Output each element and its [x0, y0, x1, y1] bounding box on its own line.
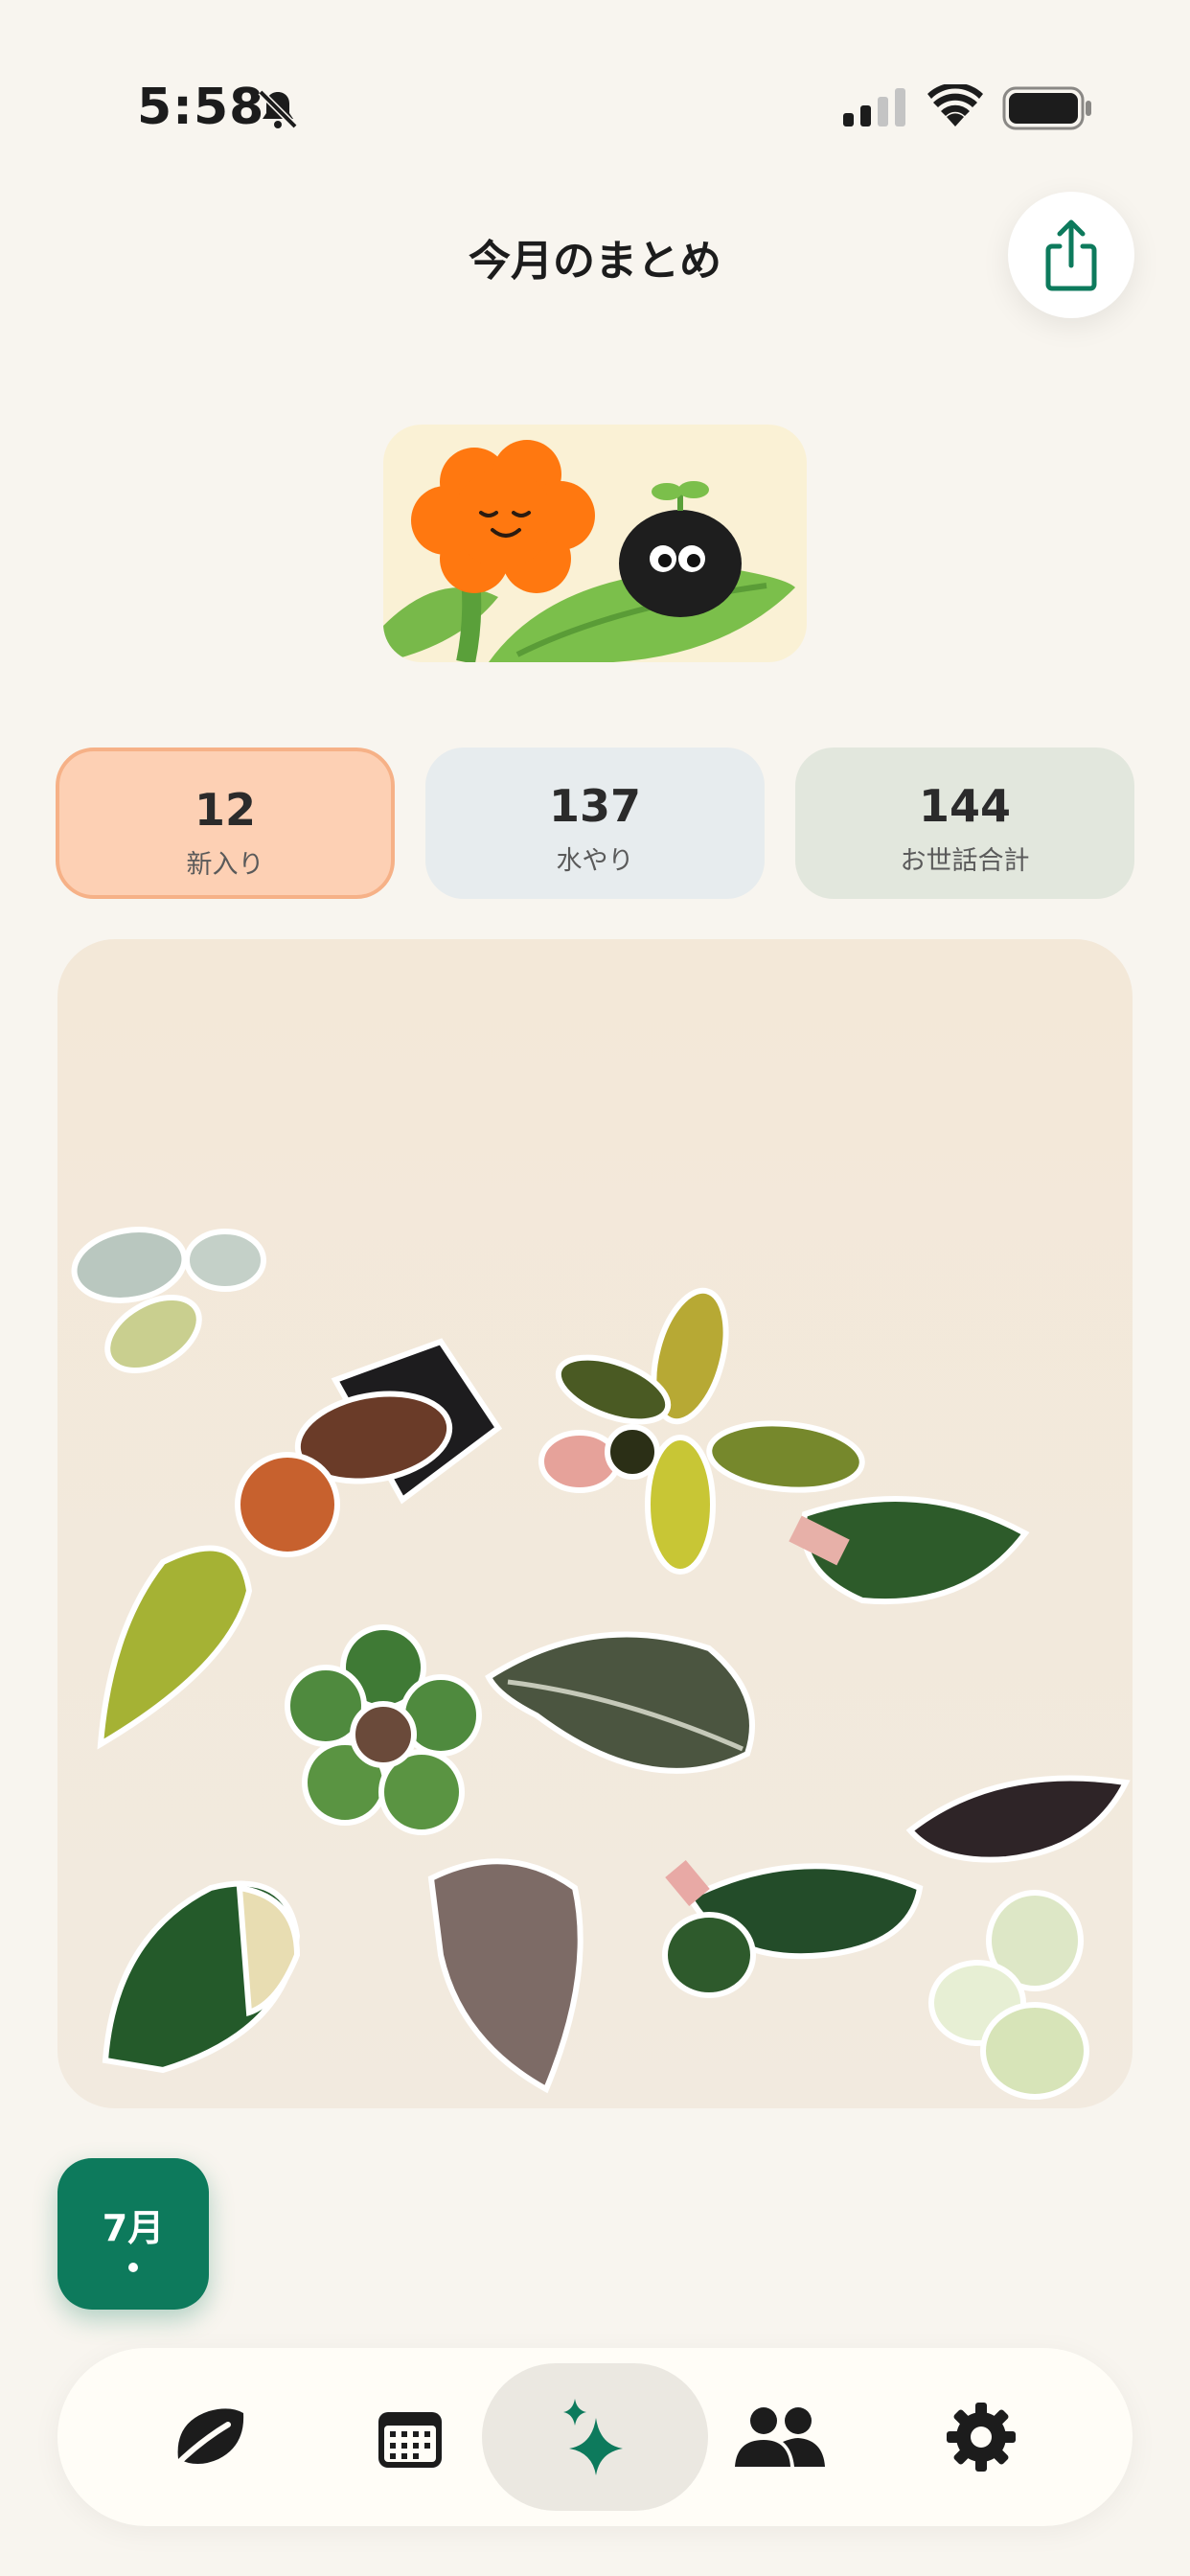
status-bar: 5:58 [0, 0, 1190, 153]
people-icon [735, 2407, 825, 2467]
tab-settings[interactable] [868, 2363, 1094, 2511]
sparkles-icon [563, 2399, 623, 2475]
bell-muted-icon [258, 89, 298, 129]
plant-sticker-caudex-pot [235, 1338, 503, 1557]
stat-label: 水やり [556, 846, 634, 876]
plant-sticker-anthurium-right [789, 1496, 1030, 1605]
tab-community[interactable] [667, 2363, 893, 2511]
share-icon [1045, 219, 1097, 291]
cellular-signal-icon [843, 88, 905, 126]
stat-card-new-plants[interactable]: 12 新入り [56, 748, 395, 899]
summary-illustration [383, 425, 807, 662]
tab-bar [57, 2348, 1133, 2526]
plant-sticker-veined-anthurium [485, 1631, 755, 1774]
plant-sticker-syngonium [928, 1890, 1089, 2100]
flower-character [411, 440, 595, 593]
plant-sticker-begonia [285, 1624, 482, 1835]
plant-sticker-anthurium-bottom [662, 1860, 924, 1998]
stat-value: 12 [194, 784, 256, 836]
share-button[interactable] [1008, 192, 1134, 318]
stat-card-care-total[interactable]: 144 お世話合計 [795, 748, 1134, 899]
plant-sticker-dark-anthurium [905, 1775, 1131, 1863]
leaf-icon [172, 2408, 244, 2470]
stat-card-watering[interactable]: 137 水やり [425, 748, 765, 899]
stat-value: 144 [918, 780, 1012, 832]
stats-row: 12 新入り 137 水やり 144 お世話合計 [56, 748, 1134, 899]
plant-sticker-caladium [427, 1858, 584, 2094]
stat-value: 137 [548, 780, 642, 832]
stat-label: お世話合計 [900, 846, 1030, 876]
stat-label: 新入り [186, 850, 264, 880]
plant-sticker-yellow-anthurium [97, 1545, 253, 1750]
current-month-dot [128, 2263, 138, 2272]
seed-character [619, 481, 742, 617]
tab-plants[interactable] [96, 2363, 322, 2511]
gear-icon [947, 2403, 1016, 2472]
calendar-icon [378, 2412, 442, 2468]
plant-sticker-silver [71, 1227, 266, 1373]
month-label: 7月 [102, 2207, 165, 2249]
battery-icon [1002, 86, 1091, 130]
plant-sticker-monstera [102, 1880, 301, 2074]
plant-collage [57, 939, 1133, 2108]
month-selector-button[interactable]: 7月 [57, 2158, 209, 2310]
wifi-icon [927, 84, 983, 126]
status-time: 5:58 [137, 79, 265, 136]
